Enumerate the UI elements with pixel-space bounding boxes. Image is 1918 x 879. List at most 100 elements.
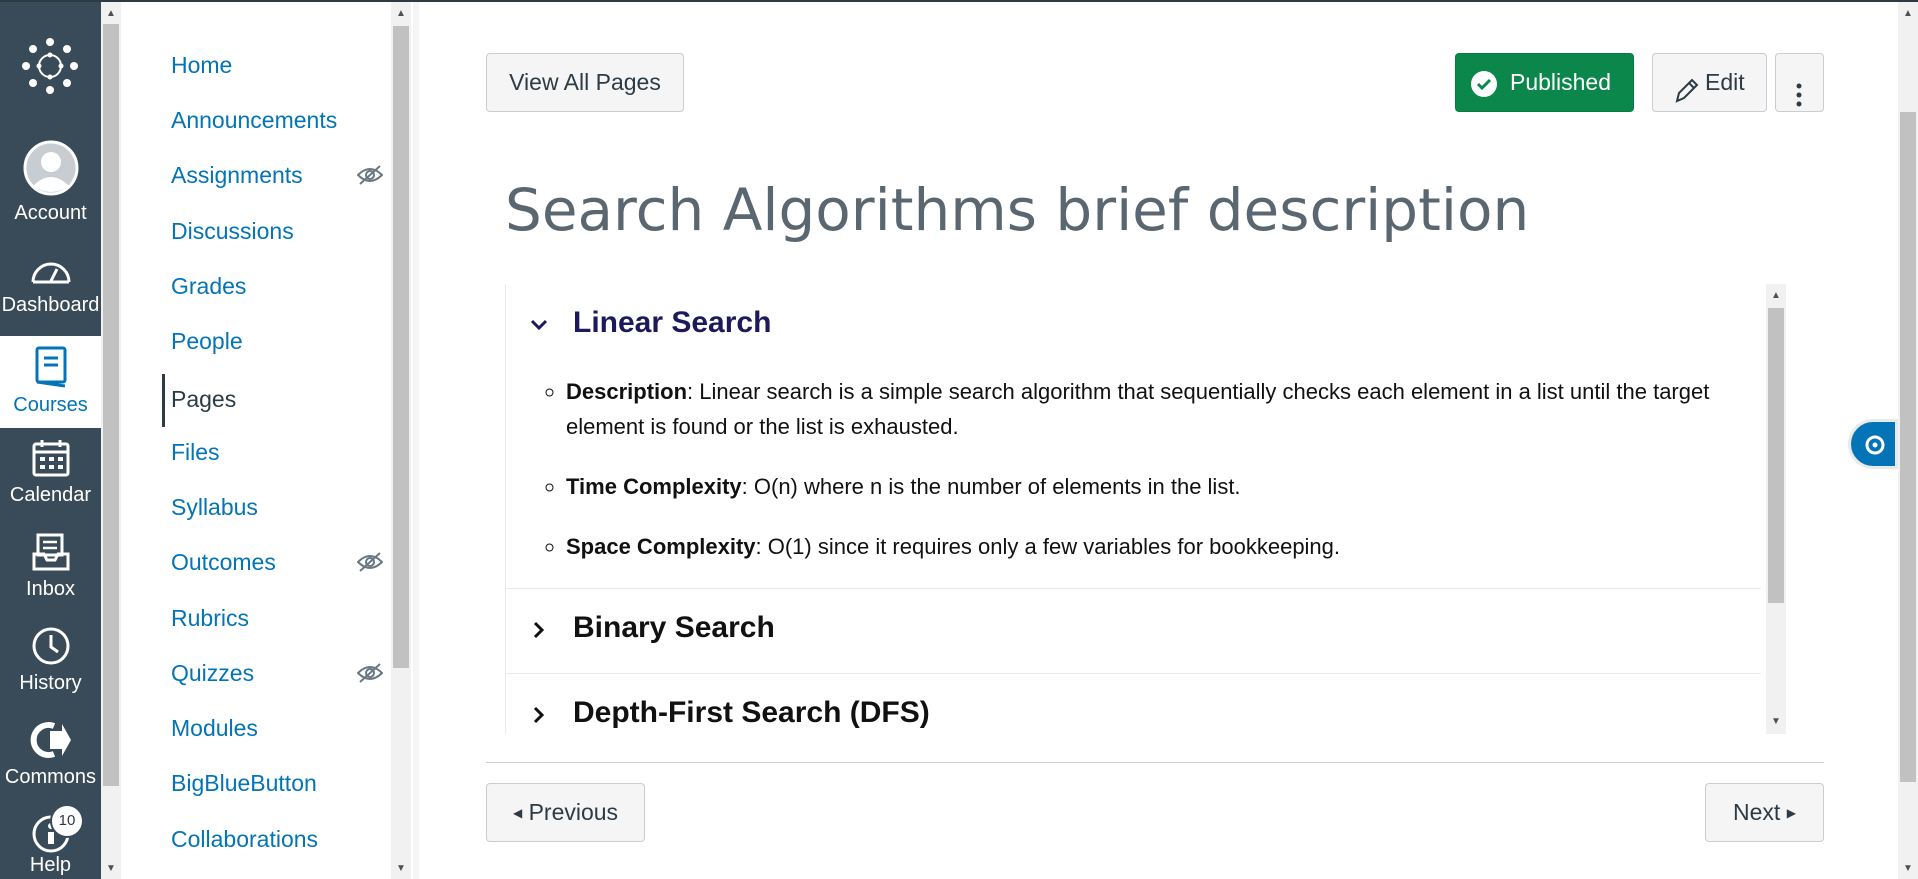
course-nav-outcomes[interactable]: Outcomes	[124, 540, 389, 584]
check-circle-icon	[1470, 70, 1498, 104]
footer-divider	[486, 762, 1824, 763]
accordion-scrollbar[interactable]: ▲ ▼	[1766, 284, 1786, 734]
accordion-header-binary-search[interactable]: Binary Search	[506, 589, 1761, 673]
global-nav-dashboard[interactable]: Dashboard	[0, 254, 101, 332]
published-button[interactable]: Published	[1455, 53, 1634, 112]
accordion-section: Depth-First Search (DFS)	[506, 674, 1761, 734]
course-nav-label: Modules	[171, 715, 258, 741]
accordion-header-dfs[interactable]: Depth-First Search (DFS)	[506, 674, 1761, 734]
course-nav-label: Rubrics	[171, 605, 249, 631]
course-nav-syllabus[interactable]: Syllabus	[124, 485, 389, 529]
global-nav-label: Commons	[4, 766, 97, 788]
accordion-body: Description: Linear search is a simple s…	[506, 368, 1761, 588]
course-nav-quizzes[interactable]: Quizzes	[124, 651, 389, 695]
course-nav-label: Files	[171, 439, 220, 465]
global-nav-commons[interactable]: Commons	[0, 720, 101, 800]
global-nav-calendar[interactable]: Calendar	[0, 438, 101, 518]
commons-arrow-icon	[0, 720, 101, 766]
term-label: Time Complexity	[566, 474, 742, 499]
published-label: Published	[1510, 69, 1612, 95]
course-nav-bigbluebutton[interactable]: BigBlueButton	[124, 761, 389, 805]
history-clock-icon	[0, 626, 101, 672]
kebab-menu-icon	[1795, 71, 1803, 128]
global-nav-inbox[interactable]: Inbox	[0, 532, 101, 612]
course-nav-files[interactable]: Files	[124, 430, 389, 474]
eye-hidden-icon	[356, 551, 384, 578]
course-nav-pages[interactable]: Pages	[162, 374, 389, 427]
course-nav-label: Pages	[171, 386, 237, 412]
course-nav: Home Announcements Assignments Discussio…	[124, 2, 389, 879]
canvas-logo-icon[interactable]	[22, 38, 78, 99]
floating-assistant-button[interactable]	[1848, 419, 1898, 469]
inbox-icon	[0, 532, 101, 578]
page-title: Search Algorithms brief description	[505, 176, 1530, 244]
term-text: : O(n) where n is the number of elements…	[741, 474, 1241, 499]
scroll-down-arrow-icon[interactable]: ▼	[1898, 861, 1918, 877]
previous-label: Previous	[528, 799, 619, 825]
global-nav-account[interactable]: Account	[0, 140, 101, 228]
course-nav-label: Syllabus	[171, 494, 258, 520]
course-nav-rubrics[interactable]: Rubrics	[124, 596, 389, 640]
accordion-title: Binary Search	[573, 611, 775, 644]
course-nav-grades[interactable]: Grades	[124, 264, 389, 308]
chevron-down-icon	[528, 314, 550, 341]
scroll-up-arrow-icon[interactable]: ▲	[1898, 6, 1918, 22]
edit-button[interactable]: Edit	[1652, 53, 1767, 112]
course-nav-discussions[interactable]: Discussions	[124, 209, 389, 253]
edit-label: Edit	[1705, 69, 1745, 95]
scroll-down-arrow-icon[interactable]: ▼	[101, 861, 121, 877]
scroll-up-arrow-icon[interactable]: ▲	[1766, 288, 1786, 304]
page-scrollbar-thumb[interactable]	[1900, 112, 1916, 782]
accordion-section: Linear Search Description: Linear search…	[506, 284, 1761, 589]
next-button[interactable]: Next ▶	[1705, 783, 1824, 842]
term-label: Description	[566, 379, 688, 404]
nav-scrollbar[interactable]: ▲ ▼	[101, 2, 121, 879]
global-nav-courses[interactable]: Courses	[0, 336, 101, 428]
nav-scrollbar-thumb[interactable]	[103, 24, 119, 786]
accordion-header-linear-search[interactable]: Linear Search	[506, 284, 1761, 368]
course-nav-collaborations[interactable]: Collaborations	[124, 817, 389, 861]
global-nav-label: Calendar	[9, 484, 92, 506]
term-label: Space Complexity	[566, 534, 756, 559]
course-nav-home[interactable]: Home	[124, 43, 389, 87]
global-nav-label: Account	[14, 202, 87, 224]
course-nav-label: BigBlueButton	[171, 770, 317, 796]
detail-list: Description: Linear search is a simple s…	[566, 374, 1721, 564]
course-nav-assignments[interactable]: Assignments	[124, 153, 389, 197]
page-scrollbar[interactable]: ▲ ▼	[1898, 2, 1918, 879]
accordion-section: Binary Search	[506, 589, 1761, 674]
term-text: : Linear search is a simple search algor…	[566, 379, 1710, 439]
list-item: Time Complexity: O(n) where n is the num…	[566, 469, 1721, 504]
course-nav-scrollbar[interactable]: ▲ ▼	[391, 2, 411, 879]
course-nav-announcements[interactable]: Announcements	[124, 98, 389, 142]
global-nav-label: History	[19, 672, 82, 694]
course-nav-label: Home	[171, 52, 233, 78]
more-options-button[interactable]	[1775, 53, 1824, 112]
global-nav-history[interactable]: History	[0, 626, 101, 706]
chevron-right-icon	[528, 704, 550, 731]
course-nav-scrollbar-thumb[interactable]	[393, 26, 409, 668]
course-nav-label: Outcomes	[171, 549, 276, 575]
scroll-up-arrow-icon[interactable]: ▲	[391, 6, 411, 22]
accordion-scrollbar-thumb[interactable]	[1768, 308, 1784, 603]
pencil-icon	[1673, 69, 1699, 126]
course-nav-label: Collaborations	[171, 826, 319, 852]
scroll-up-arrow-icon[interactable]: ▲	[101, 6, 121, 22]
course-nav-label: People	[171, 328, 243, 354]
previous-button[interactable]: ◀ Previous	[486, 783, 645, 842]
view-all-pages-button[interactable]: View All Pages	[486, 53, 684, 112]
scroll-down-arrow-icon[interactable]: ▼	[391, 861, 411, 877]
list-item: Space Complexity: O(1) since it requires…	[566, 529, 1721, 564]
content-gutter	[413, 2, 419, 879]
global-nav-label: Courses	[13, 394, 88, 416]
course-nav-modules[interactable]: Modules	[124, 706, 389, 750]
assistant-icon	[1865, 435, 1885, 460]
global-nav-label: Inbox	[26, 578, 75, 600]
scroll-down-arrow-icon[interactable]: ▼	[1766, 714, 1786, 730]
list-item: Description: Linear search is a simple s…	[566, 374, 1721, 444]
accordion-title: Depth-First Search (DFS)	[573, 696, 930, 729]
course-nav-label: Discussions	[171, 218, 294, 244]
global-nav: Account Dashboard Courses Calendar Inbox…	[0, 2, 101, 879]
course-nav-people[interactable]: People	[124, 319, 389, 363]
caret-left-icon: ◀	[512, 806, 523, 820]
